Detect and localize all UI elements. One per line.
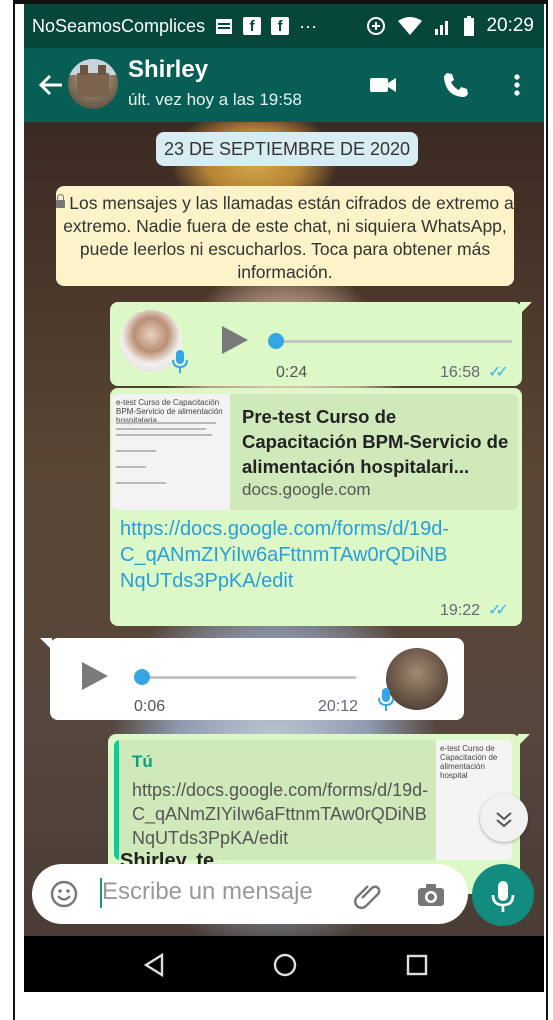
facebook-icon: f (271, 17, 290, 35)
signal-icon (435, 21, 449, 35)
mic-icon (378, 688, 394, 711)
wifi-icon (398, 17, 423, 35)
facebook-icon: f (243, 17, 262, 35)
emoji-icon[interactable] (50, 880, 78, 908)
battery-icon (464, 16, 475, 36)
carrier-name: NoSeamosComplices (32, 15, 206, 36)
device-frame: NoSeamosComplices f f ··· 20:29 Shirley … (0, 0, 553, 1020)
encryption-notice[interactable]: Los mensajes y las llamadas están cifrad… (56, 186, 514, 286)
quoted-message[interactable]: Tú https://docs.google.com/forms/d/19d-C… (114, 740, 512, 860)
link-preview[interactable]: e-test Curso de Capacitación BPM-Servici… (112, 394, 518, 510)
voice-message-incoming[interactable]: 0:06 20:12 (50, 638, 464, 720)
status-bar: NoSeamosComplices f f ··· 20:29 (24, 4, 544, 48)
bubble-tail (40, 638, 52, 650)
frame-border-left (13, 0, 15, 1020)
thumbnail-caption: e-test Curso de Capacitación BPM-Servici… (116, 398, 223, 425)
message-input[interactable]: Escribe un mensaje (102, 878, 313, 906)
quote-thumbnail-caption: e-test Curso de Capacitación de alimenta… (440, 744, 498, 780)
message-composer[interactable]: Escribe un mensaje (32, 864, 468, 924)
bubble-tail (518, 734, 530, 746)
voice-progress-track[interactable] (276, 340, 512, 343)
video-call-icon[interactable] (368, 70, 398, 100)
mic-icon (491, 881, 515, 912)
last-seen-status: últ. vez hoy a las 19:58 (128, 90, 302, 109)
message-time: 16:58 (440, 364, 481, 381)
more-options-icon[interactable] (502, 70, 532, 100)
lock-icon (56, 194, 66, 208)
message-time: 20:12 (318, 698, 359, 715)
data-saver-icon (367, 17, 386, 35)
recents-square-icon[interactable] (402, 950, 432, 980)
notification-icons: f f ··· (215, 16, 317, 37)
frame-border-right (546, 0, 548, 1020)
status-right: 20:29 (366, 4, 534, 48)
message-time: 19:22 (440, 602, 481, 619)
scroll-to-bottom-button[interactable] (480, 794, 528, 842)
voice-progress-knob[interactable] (268, 333, 284, 349)
voice-duration: 0:24 (276, 364, 308, 381)
mic-icon (172, 350, 188, 373)
camera-icon[interactable] (416, 880, 446, 910)
link-preview-title: Pre-test Curso de Capacitación BPM-Servi… (242, 406, 509, 477)
read-receipt-icon: ✓✓ (488, 602, 509, 619)
voice-progress-knob[interactable] (134, 669, 150, 685)
voice-record-button[interactable] (472, 864, 534, 926)
date-chip: 23 DE SEPTIEMBRE DE 2020 (156, 132, 418, 166)
calendar-icon (216, 19, 233, 34)
home-circle-icon[interactable] (270, 950, 300, 980)
voice-duration: 0:06 (134, 698, 166, 715)
double-chevron-down-icon (496, 812, 512, 828)
phone-call-icon[interactable] (440, 70, 470, 100)
voice-message-outgoing[interactable]: 0:24 16:58 ✓✓ (110, 302, 522, 386)
bubble-tail (520, 302, 532, 314)
quote-text: https://docs.google.com/forms/d/19d-C_qA… (132, 780, 429, 848)
back-triangle-icon[interactable] (140, 950, 170, 980)
quote-author: Tú (132, 752, 153, 771)
play-button[interactable] (82, 662, 108, 690)
phone-screen: NoSeamosComplices f f ··· 20:29 Shirley … (24, 4, 544, 992)
attach-icon[interactable] (354, 880, 384, 910)
back-arrow-icon[interactable] (36, 70, 66, 100)
system-nav-bar (24, 936, 544, 992)
message-link[interactable]: https://docs.google.com/forms/d/19d-C_qA… (120, 516, 460, 594)
status-time: 20:29 (486, 15, 534, 36)
voice-progress-track[interactable] (140, 676, 356, 679)
link-preview-thumbnail: e-test Curso de Capacitación BPM-Servici… (112, 394, 230, 510)
read-receipt-icon: ✓✓ (488, 364, 509, 381)
sender-avatar (386, 648, 448, 710)
link-preview-domain: docs.google.com (242, 480, 371, 499)
chat-header[interactable]: Shirley últ. vez hoy a las 19:58 (24, 48, 544, 122)
play-button[interactable] (222, 326, 248, 354)
encryption-notice-text: Los mensajes y las llamadas están cifrad… (63, 193, 514, 282)
contact-avatar[interactable] (68, 59, 118, 109)
more-icon: ··· (299, 15, 318, 36)
contact-name[interactable]: Shirley (128, 56, 208, 84)
